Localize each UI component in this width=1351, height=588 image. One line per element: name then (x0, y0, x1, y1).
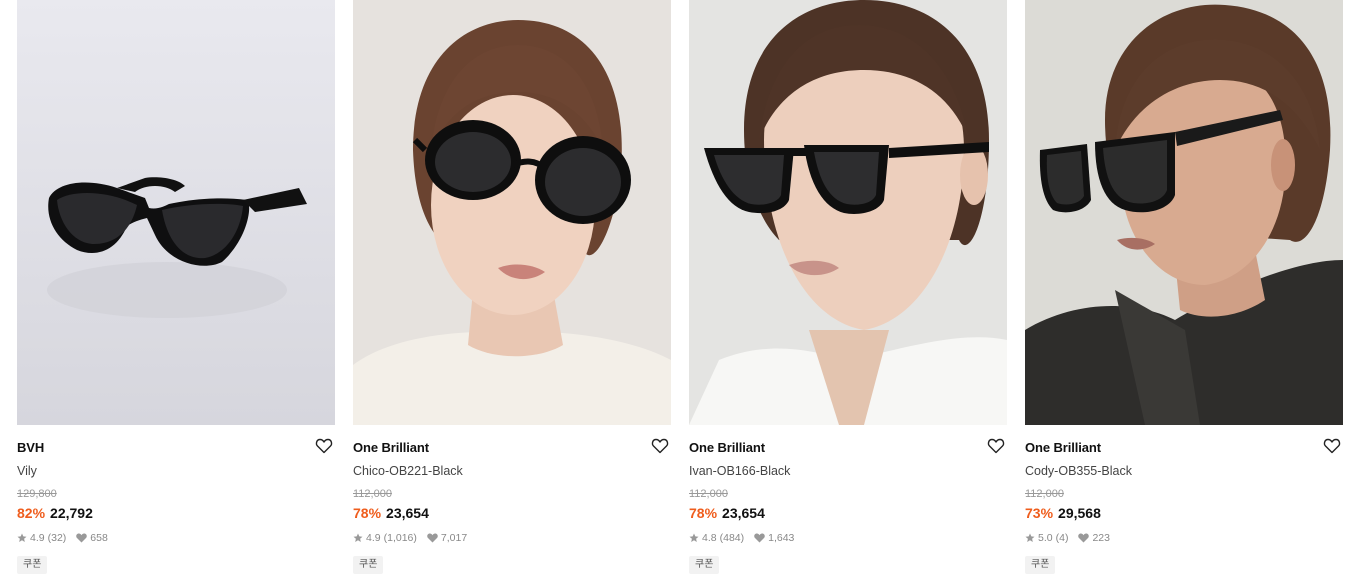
price-row: 78% 23,654 (689, 504, 1007, 522)
review-count: (484) (719, 532, 745, 544)
coupon-badge: 쿠폰 (17, 556, 48, 574)
product-info: BVH Vily 129,800 82% 22,792 4.9 (32) 658… (17, 425, 335, 574)
original-price: 129,800 (17, 488, 57, 500)
heart-outline-icon[interactable] (1323, 437, 1341, 455)
rating-value: 4.9 (366, 532, 381, 544)
product-brand[interactable]: One Brilliant (689, 440, 1007, 456)
product-brand[interactable]: BVH (17, 440, 335, 456)
product-card[interactable]: One Brilliant Chico-OB221-Black 112,000 … (353, 0, 671, 588)
product-name[interactable]: Ivan-OB166-Black (689, 463, 1007, 479)
sale-price: 23,654 (386, 505, 429, 521)
product-info: One Brilliant Ivan-OB166-Black 112,000 7… (689, 425, 1007, 574)
review-count: (4) (1055, 532, 1069, 544)
product-card[interactable]: BVH Vily 129,800 82% 22,792 4.9 (32) 658… (17, 0, 335, 588)
product-card[interactable]: One Brilliant Cody-OB355-Black 112,000 7… (1025, 0, 1343, 588)
original-price: 112,000 (689, 488, 728, 500)
original-price: 112,000 (353, 488, 392, 500)
review-count: (32) (47, 532, 67, 544)
coupon-badge: 쿠폰 (1025, 556, 1056, 574)
rating-value: 4.9 (30, 532, 45, 544)
star-icon (1025, 533, 1035, 543)
product-name[interactable]: Chico-OB221-Black (353, 463, 671, 479)
price-row: 78% 23,654 (353, 504, 671, 522)
product-stats: 5.0 (4) 223 (1025, 531, 1343, 545)
heart-filled-icon (754, 533, 765, 543)
discount-rate: 78% (353, 505, 382, 521)
product-info: One Brilliant Chico-OB221-Black 112,000 … (353, 425, 671, 574)
product-image[interactable] (689, 0, 1007, 425)
product-name[interactable]: Cody-OB355-Black (1025, 463, 1343, 479)
product-stats: 4.8 (484) 1,643 (689, 531, 1007, 545)
sale-price: 23,654 (722, 505, 765, 521)
star-icon (17, 533, 27, 543)
star-icon (689, 533, 699, 543)
product-info: One Brilliant Cody-OB355-Black 112,000 7… (1025, 425, 1343, 574)
product-brand[interactable]: One Brilliant (1025, 440, 1343, 456)
discount-rate: 82% (17, 505, 46, 521)
star-icon (353, 533, 363, 543)
like-count: 1,643 (768, 532, 795, 544)
product-stats: 4.9 (32) 658 (17, 531, 335, 545)
product-name[interactable]: Vily (17, 463, 335, 479)
rating-value: 4.8 (702, 532, 717, 544)
product-stats: 4.9 (1,016) 7,017 (353, 531, 671, 545)
heart-filled-icon (76, 533, 88, 543)
product-image[interactable] (17, 0, 335, 425)
heart-outline-icon[interactable] (651, 437, 669, 455)
price-row: 73% 29,568 (1025, 504, 1343, 522)
product-card[interactable]: One Brilliant Ivan-OB166-Black 112,000 7… (689, 0, 1007, 588)
review-count: (1,016) (383, 532, 417, 544)
like-count: 7,017 (440, 532, 468, 544)
product-brand[interactable]: One Brilliant (353, 440, 671, 456)
heart-filled-icon (427, 533, 438, 543)
original-price: 112,000 (1025, 488, 1064, 500)
coupon-badge: 쿠폰 (689, 556, 720, 574)
price-row: 82% 22,792 (17, 504, 335, 522)
heart-filled-icon (1078, 533, 1090, 543)
sale-price: 22,792 (50, 505, 93, 521)
product-image[interactable] (353, 0, 671, 425)
discount-rate: 78% (689, 505, 718, 521)
coupon-badge: 쿠폰 (353, 556, 384, 574)
like-count: 223 (1092, 532, 1110, 544)
sale-price: 29,568 (1058, 505, 1101, 521)
discount-rate: 73% (1025, 505, 1054, 521)
product-image[interactable] (1025, 0, 1343, 425)
like-count: 658 (90, 532, 108, 544)
heart-outline-icon[interactable] (987, 437, 1005, 455)
heart-outline-icon[interactable] (315, 437, 333, 455)
rating-value: 5.0 (1038, 532, 1053, 544)
product-grid: BVH Vily 129,800 82% 22,792 4.9 (32) 658… (17, 0, 1343, 588)
